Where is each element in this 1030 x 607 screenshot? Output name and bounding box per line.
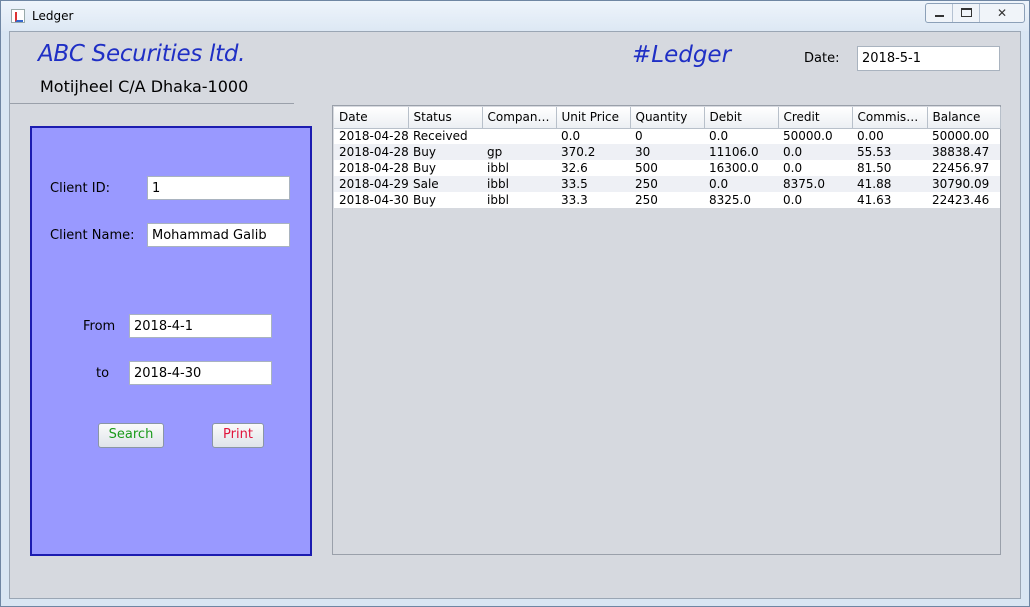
cell-credit: 50000.0 [778, 128, 852, 144]
company-name: ABC Securities ltd. [38, 41, 246, 67]
cell-debit: 0.0 [704, 128, 778, 144]
java-app-icon [11, 9, 25, 23]
cell-company: ibbl [482, 160, 556, 176]
cell-balance: 38838.47 [927, 144, 1000, 160]
cell-credit: 0.0 [778, 160, 852, 176]
cell-date: 2018-04-28 [334, 144, 408, 160]
cell-debit: 11106.0 [704, 144, 778, 160]
cell-commission: 41.88 [852, 176, 927, 192]
title-bar[interactable]: Ledger ✕ [1, 1, 1029, 31]
client-id-field[interactable]: 1 [147, 176, 290, 200]
cell-balance: 30790.09 [927, 176, 1000, 192]
client-id-label: Client ID: [50, 181, 110, 196]
from-date-field[interactable]: 2018-4-1 [129, 314, 272, 338]
cell-credit: 0.0 [778, 192, 852, 208]
date-field[interactable]: 2018-5-1 [857, 46, 1000, 71]
cell-commission: 55.53 [852, 144, 927, 160]
col-header-balance[interactable]: Balance [927, 107, 1001, 129]
ledger-table: Date Status Company... Unit Price Quanti… [334, 107, 1001, 208]
cell-company [482, 128, 556, 144]
cell-debit: 16300.0 [704, 160, 778, 176]
col-header-date[interactable]: Date [334, 107, 409, 129]
cell-company: ibbl [482, 192, 556, 208]
table-row[interactable]: 2018-04-29 Sale ibbl 33.5 250 0.0 8375.0… [334, 176, 1000, 192]
cell-unit-price: 0.0 [556, 128, 630, 144]
table-row[interactable]: 2018-04-28 Received 0.0 0 0.0 50000.0 0.… [334, 128, 1000, 144]
maximize-button[interactable] [953, 4, 980, 22]
cell-status: Buy [408, 160, 482, 176]
minimize-button[interactable] [926, 4, 953, 22]
cell-unit-price: 370.2 [556, 144, 630, 160]
col-header-quantity[interactable]: Quantity [630, 107, 705, 129]
table-row[interactable]: 2018-04-28 Buy ibbl 32.6 500 16300.0 0.0… [334, 160, 1000, 176]
search-button[interactable]: Search [98, 423, 164, 448]
cell-date: 2018-04-28 [334, 128, 408, 144]
cell-date: 2018-04-29 [334, 176, 408, 192]
company-address: Motijheel C/A Dhaka-1000 [40, 77, 249, 96]
to-date-field[interactable]: 2018-4-30 [129, 361, 272, 385]
cell-quantity: 0 [630, 128, 704, 144]
maximize-icon [961, 8, 972, 17]
table-row[interactable]: 2018-04-28 Buy gp 370.2 30 11106.0 0.0 5… [334, 144, 1000, 160]
col-header-commission[interactable]: Commiss... [852, 107, 928, 129]
cell-unit-price: 33.5 [556, 176, 630, 192]
col-header-company[interactable]: Company... [482, 107, 557, 129]
cell-credit: 0.0 [778, 144, 852, 160]
col-header-unit-price[interactable]: Unit Price [556, 107, 631, 129]
to-date-label: to [96, 366, 110, 381]
from-date-label: From [83, 319, 116, 334]
minimize-icon [935, 15, 944, 17]
cell-quantity: 30 [630, 144, 704, 160]
client-filter-panel: Client ID: 1 Client Name: Mohammad Galib… [30, 126, 312, 556]
cell-debit: 0.0 [704, 176, 778, 192]
ledger-window: Ledger ✕ ABC Securities ltd. Motijheel C… [0, 0, 1030, 607]
window-controls: ✕ [925, 3, 1025, 23]
print-button[interactable]: Print [212, 423, 264, 448]
client-name-field[interactable]: Mohammad Galib [147, 223, 290, 247]
cell-date: 2018-04-28 [334, 160, 408, 176]
col-header-status[interactable]: Status [408, 107, 483, 129]
cell-commission: 81.50 [852, 160, 927, 176]
col-header-debit[interactable]: Debit [704, 107, 779, 129]
cell-status: Received [408, 128, 482, 144]
cell-commission: 0.00 [852, 128, 927, 144]
header-divider [10, 103, 294, 104]
cell-credit: 8375.0 [778, 176, 852, 192]
cell-status: Buy [408, 192, 482, 208]
close-icon: ✕ [996, 6, 1008, 20]
ledger-header-row: Date Status Company... Unit Price Quanti… [334, 107, 1001, 129]
table-row[interactable]: 2018-04-30 Buy ibbl 33.3 250 8325.0 0.0 … [334, 192, 1000, 208]
content-pane: ABC Securities ltd. Motijheel C/A Dhaka-… [9, 31, 1021, 599]
cell-unit-price: 33.3 [556, 192, 630, 208]
cell-company: gp [482, 144, 556, 160]
date-label: Date: [804, 51, 840, 66]
client-name-label: Client Name: [50, 228, 135, 243]
cell-quantity: 500 [630, 160, 704, 176]
cell-date: 2018-04-30 [334, 192, 408, 208]
cell-debit: 8325.0 [704, 192, 778, 208]
cell-status: Buy [408, 144, 482, 160]
cell-quantity: 250 [630, 192, 704, 208]
cell-balance: 50000.00 [927, 128, 1000, 144]
cell-commission: 41.63 [852, 192, 927, 208]
cell-quantity: 250 [630, 176, 704, 192]
cell-balance: 22456.97 [927, 160, 1000, 176]
cell-company: ibbl [482, 176, 556, 192]
cell-status: Sale [408, 176, 482, 192]
col-header-credit[interactable]: Credit [778, 107, 853, 129]
window-title: Ledger [32, 9, 74, 23]
cell-balance: 22423.46 [927, 192, 1000, 208]
cell-unit-price: 32.6 [556, 160, 630, 176]
ledger-table-panel[interactable]: Date Status Company... Unit Price Quanti… [332, 105, 1001, 555]
close-button[interactable]: ✕ [980, 4, 1024, 22]
page-title: #Ledger [632, 42, 732, 68]
